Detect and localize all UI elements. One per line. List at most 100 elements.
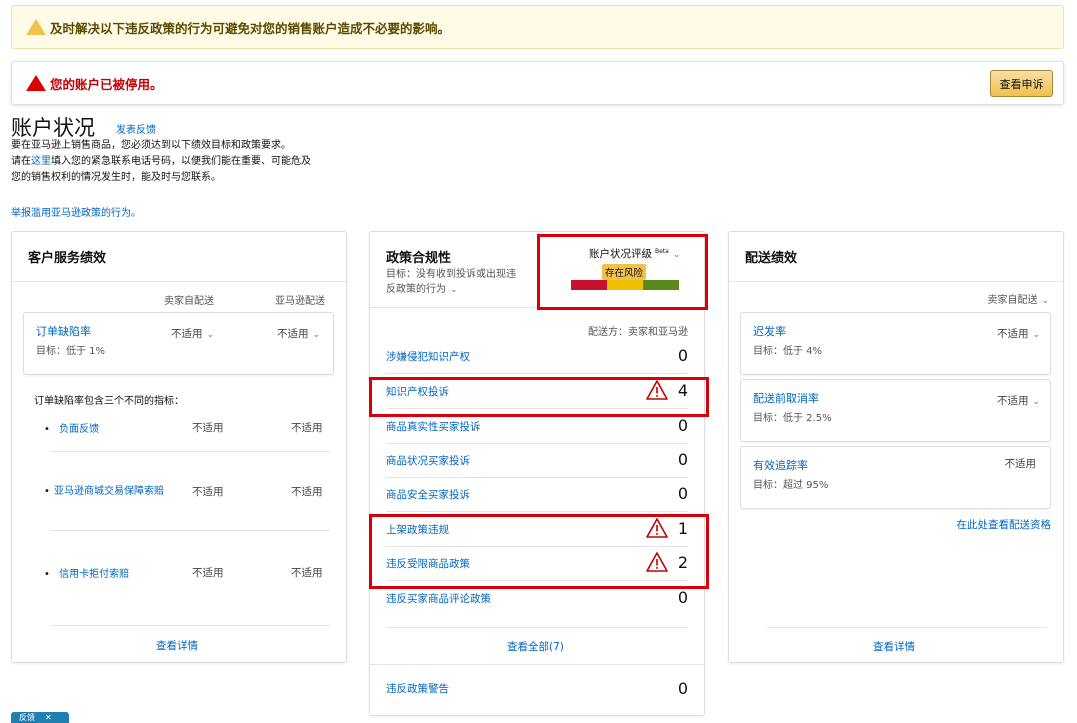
shipping-view-details-link[interactable]: 查看详情 xyxy=(873,639,915,654)
policy-target-line-2: 反政策的行为 ⌄ xyxy=(386,282,516,298)
policy-warnings-value: 0 xyxy=(677,679,688,698)
policy-row-value: 0 xyxy=(677,416,688,435)
intro-text: 要在亚马逊上销售商品，您必须达到以下绩效目标和政策要求。 请在这里填入您的紧急联… xyxy=(11,138,351,186)
alert-triangle-icon xyxy=(646,380,668,404)
chevron-down-icon: ⌄ xyxy=(450,285,458,295)
chevron-down-icon: ⌄ xyxy=(1032,397,1040,407)
metric-link-chargeback-claims[interactable]: 信用卡拒付索赔 xyxy=(59,569,129,580)
intro-suffix: 填入您的紧急联系电话号码，以便我们能在重要、可能危及 xyxy=(51,156,311,167)
late-dispatch-target: 目标：低于 4% xyxy=(753,346,823,357)
metric-amazon-value: 不适用 xyxy=(291,486,323,498)
customer-service-title: 客户服务绩效 xyxy=(28,251,107,266)
odr-seller-dropdown[interactable]: 不适用 ⌄ xyxy=(171,322,214,341)
odr-card: 订单缺陷率 目标：低于 1% 不适用 ⌄ 不适用 ⌄ xyxy=(23,312,334,375)
odr-amazon-dropdown[interactable]: 不适用 ⌄ xyxy=(277,322,320,341)
odr-note: 订单缺陷率包含三个不同的指标： xyxy=(34,396,184,407)
intro-line-3: 您的销售权利的情况发生时，能及时与您联系。 xyxy=(11,172,221,183)
report-abuse-link[interactable]: 举报滥用亚马逊政策的行为。 xyxy=(11,204,141,219)
policy-row-value: 0 xyxy=(677,450,688,469)
policy-row: 商品真实性买家投诉 0 xyxy=(370,410,704,444)
col-amazon-header: 亚马逊配送 xyxy=(275,296,325,307)
bullet: • xyxy=(44,424,50,435)
policy-row-label[interactable]: 知识产权投诉 xyxy=(386,384,449,399)
policy-row-label[interactable]: 涉嫌侵犯知识产权 xyxy=(386,349,470,364)
policy-row: 商品安全买家投诉 0 xyxy=(370,478,704,512)
risk-bar-green xyxy=(643,280,679,290)
shipping-title: 配送绩效 xyxy=(745,251,798,266)
policy-row: 商品状况买家投诉 0 xyxy=(370,444,704,478)
policy-row-label[interactable]: 商品安全买家投诉 xyxy=(386,487,470,502)
risk-bar-red xyxy=(571,280,607,290)
cancel-rate-dropdown[interactable]: 不适用 ⌄ xyxy=(997,389,1040,408)
view-appeal-button[interactable]: 查看申诉 xyxy=(990,70,1053,97)
policy-row-value: 2 xyxy=(677,553,688,572)
metric-link-a-to-z-claims[interactable]: 亚马逊商城交易保障索赔 xyxy=(54,484,174,499)
metric-seller-value: 不适用 xyxy=(192,422,224,434)
policy-warnings-link[interactable]: 违反政策警告 xyxy=(386,681,449,696)
metric-seller-value: 不适用 xyxy=(192,567,224,579)
error-banner-text: 您的账户已被停用。 xyxy=(50,76,163,92)
odr-target: 目标：低于 1% xyxy=(36,346,106,357)
policy-row-label[interactable]: 商品真实性买家投诉 xyxy=(386,419,481,434)
view-all-link[interactable]: 查看全部(7) xyxy=(507,639,564,654)
metric-row: • 负面反馈 xyxy=(44,420,99,435)
fulfillment-filter-dropdown[interactable]: 卖家自配送 ⌄ xyxy=(987,291,1049,306)
policy-row-value: 1 xyxy=(677,519,688,538)
divider xyxy=(386,580,688,581)
policy-row: 违反买家商品评论政策 0 xyxy=(370,582,704,616)
tracking-rate-link[interactable]: 有效追踪率 xyxy=(753,457,808,473)
warning-banner-text: 及时解决以下违反政策的行为可避免对您的销售账户造成不必要的影响。 xyxy=(50,20,451,36)
late-dispatch-link[interactable]: 迟发率 xyxy=(753,323,786,339)
odr-link[interactable]: 订单缺陷率 xyxy=(36,323,91,339)
col-seller-header: 卖家自配送 xyxy=(164,296,214,307)
policy-row-label[interactable]: 上架政策违规 xyxy=(386,522,449,537)
policy-row-value: 0 xyxy=(677,588,688,607)
bullet: • xyxy=(44,569,50,580)
bullet: • xyxy=(44,486,50,497)
close-icon: ✕ xyxy=(45,713,52,722)
policy-row-label[interactable]: 商品状况买家投诉 xyxy=(386,453,470,468)
error-banner: 您的账户已被停用。 查看申诉 xyxy=(11,61,1064,105)
policy-row: 上架政策违规 1 xyxy=(370,513,704,547)
chevron-down-icon: ⌄ xyxy=(206,330,215,340)
intro-line-2: 请在这里填入您的紧急联系电话号码，以便我们能在重要、可能危及 xyxy=(11,154,351,170)
contact-here-link[interactable]: 这里 xyxy=(31,156,51,167)
risk-badge: 存在风险 xyxy=(602,264,647,280)
chevron-down-icon: ⌄ xyxy=(312,330,321,340)
cancel-rate-card: 配送前取消率 目标：低于 2.5% 不适用 ⌄ xyxy=(740,379,1051,442)
policy-row-value: 4 xyxy=(677,381,688,400)
cancel-rate-link[interactable]: 配送前取消率 xyxy=(753,390,819,406)
feedback-link[interactable]: 发表反馈 xyxy=(116,121,156,136)
divider xyxy=(50,625,330,626)
warning-icon xyxy=(26,19,46,35)
warning-banner: 及时解决以下违反政策的行为可避免对您的销售账户造成不必要的影响。 xyxy=(11,5,1064,49)
fulfilled-by: 配送方：卖家和亚马逊 xyxy=(588,327,688,338)
account-health-rating[interactable]: 账户状况评级 Beta ⌄ xyxy=(589,246,680,261)
policy-row-label[interactable]: 违反受限商品政策 xyxy=(386,556,470,571)
policy-row-value: 0 xyxy=(677,484,688,503)
policy-row-label[interactable]: 违反买家商品评论政策 xyxy=(386,591,491,606)
late-dispatch-card: 迟发率 目标：低于 4% 不适用 ⌄ xyxy=(740,312,1051,375)
tracking-rate-value: 不适用 xyxy=(1004,458,1037,470)
feedback-tab[interactable]: 反馈 ✕ xyxy=(11,712,69,723)
error-icon xyxy=(26,75,46,91)
late-dispatch-dropdown[interactable]: 不适用 ⌄ xyxy=(997,322,1040,341)
metric-row: • 信用卡拒付索赔 xyxy=(44,565,129,580)
tracking-rate-target: 目标：超过 95% xyxy=(753,480,829,491)
divider xyxy=(386,511,688,512)
customer-service-view-details-link[interactable]: 查看详情 xyxy=(156,638,198,653)
divider xyxy=(729,281,1063,282)
divider xyxy=(370,307,704,308)
rating-label: 账户状况评级 xyxy=(589,248,652,260)
metric-link-negative-feedback[interactable]: 负面反馈 xyxy=(59,424,99,435)
divider xyxy=(386,408,688,409)
divider xyxy=(386,373,688,374)
alert-triangle-icon xyxy=(646,518,668,542)
beta-tag: Beta xyxy=(655,247,669,255)
divider xyxy=(12,281,346,282)
divider xyxy=(767,627,1047,628)
policy-row: 涉嫌侵犯知识产权 0 xyxy=(370,340,704,374)
tracking-rate-card: 有效追踪率 目标：超过 95% 不适用 xyxy=(740,446,1051,509)
policy-row: 知识产权投诉 4 xyxy=(370,375,704,409)
shipping-eligibility-link[interactable]: 在此处查看配送资格 xyxy=(957,517,1052,532)
